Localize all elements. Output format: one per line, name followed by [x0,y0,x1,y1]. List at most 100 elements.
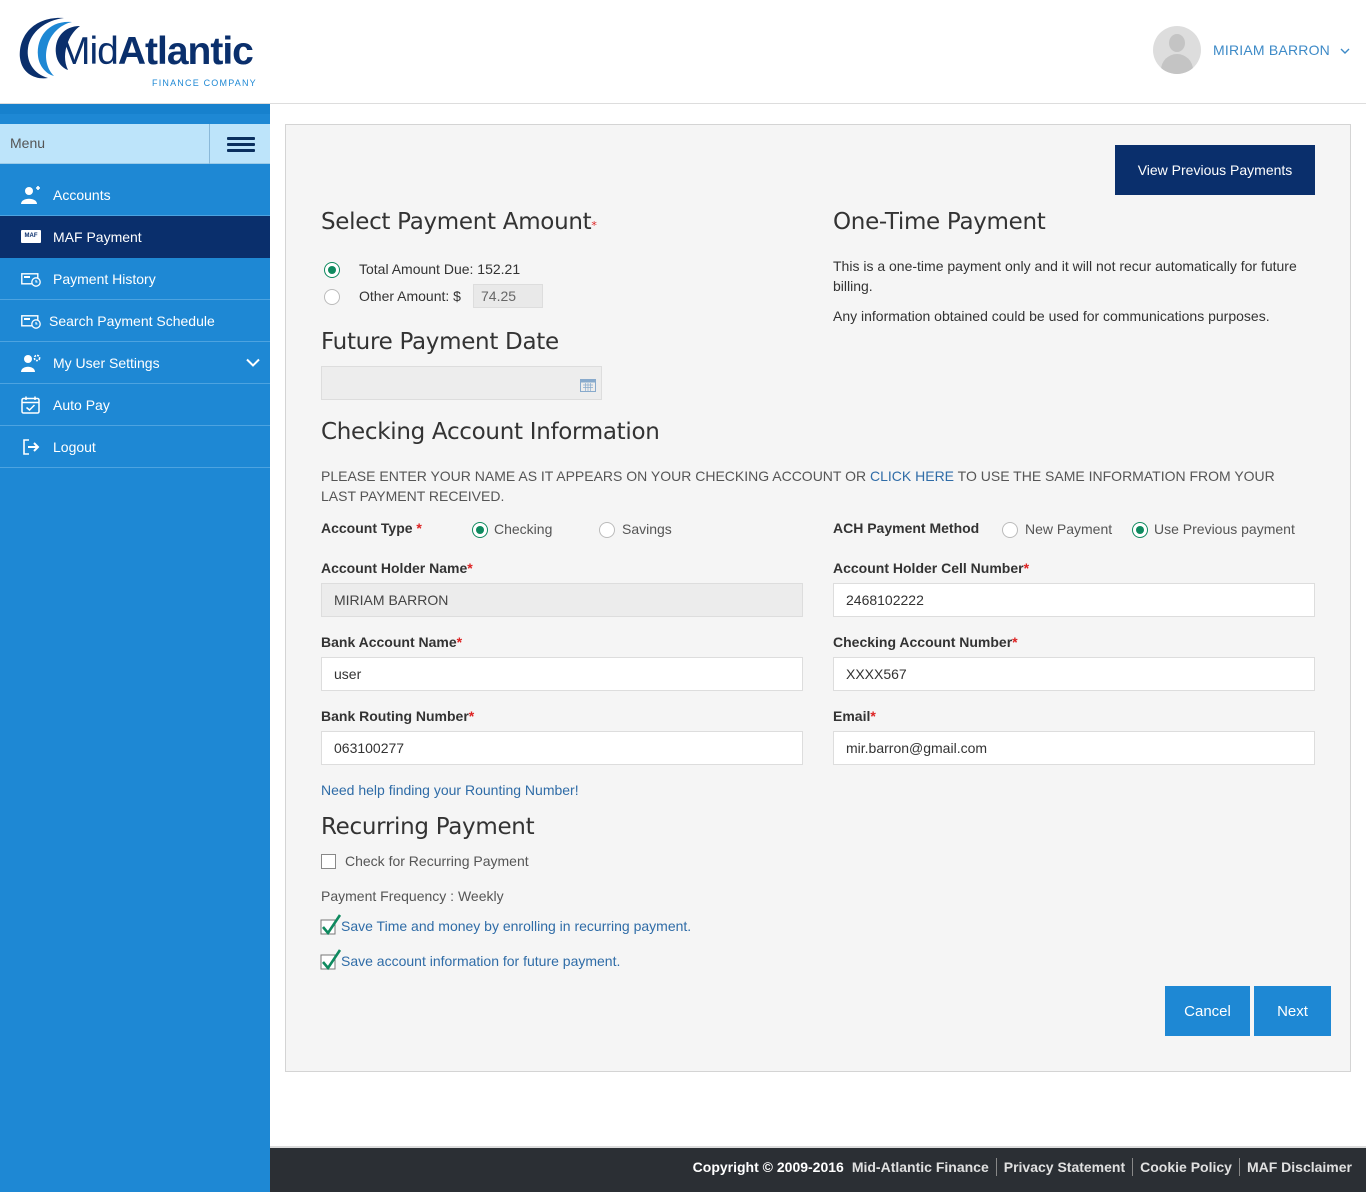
menu-bar: Menu [0,124,270,164]
sidebar-item-payment-history[interactable]: Payment History [0,258,270,300]
sidebar-item-accounts[interactable]: Accounts [0,174,270,216]
save-account-promo-text: Save account information for future paym… [341,953,621,969]
account-holder-name-field[interactable] [321,583,803,617]
bank-routing-number-label: Bank Routing Number* [321,708,475,724]
chevron-down-icon[interactable] [1340,43,1350,57]
payment-form-panel: View Previous Payments Select Payment Am… [285,124,1351,1072]
menu-label: Menu [10,135,46,151]
divider [995,1158,997,1176]
label-text: Email [833,708,871,724]
maf-badge: MAF [21,230,41,243]
sidebar-nav: Accounts MAF MAF Payment Payment History… [0,174,270,468]
recurring-payment-label: Check for Recurring Payment [345,853,529,869]
checking-label: Checking [494,521,553,537]
bank-account-name-label: Bank Account Name* [321,634,463,650]
privacy-statement-link[interactable]: Privacy Statement [1004,1159,1125,1175]
routing-number-help-link[interactable]: Need help finding your Rounting Number! [321,780,579,800]
sidebar-item-my-user-settings[interactable]: My User Settings [0,342,270,384]
one-time-notice: This is a one-time payment only and it w… [833,258,1297,294]
calendar-icon [20,395,42,415]
sidebar-item-maf-payment[interactable]: MAF MAF Payment [0,216,270,258]
recurring-payment-title: Recurring Payment [321,814,535,840]
midatlantic-logo[interactable]: MidAtlantic FINANCE COMPANY [14,14,270,90]
new-payment-radio[interactable] [1002,522,1018,538]
cell-number-label: Account Holder Cell Number* [833,560,1030,576]
bank-account-name-field[interactable] [321,657,803,691]
recurring-promo-text: Save Time and money by enrolling in recu… [341,918,692,934]
logo-text-bold: Atlantic [117,30,254,73]
footer: Copyright © 2009-2016 Mid-Atlantic Finan… [270,1146,1366,1192]
total-amount-radio[interactable] [324,262,340,278]
cancel-button[interactable]: Cancel [1165,986,1250,1036]
sidebar-item-label: Logout [53,438,96,455]
sidebar-item-label: Auto Pay [53,396,110,413]
view-previous-payments-button[interactable]: View Previous Payments [1115,145,1315,195]
divider [1238,1158,1240,1176]
calendar-icon[interactable] [580,377,596,396]
other-amount-label: Other Amount: $ [359,288,461,304]
chevron-down-icon[interactable] [246,354,260,370]
use-previous-payment-label: Use Previous payment [1154,521,1295,537]
checkmark-icon [320,914,342,936]
sidebar-item-label: MAF Payment [53,228,142,245]
hamburger-icon[interactable] [209,124,270,164]
savings-radio[interactable] [599,522,615,538]
future-payment-date-input[interactable] [321,366,602,400]
ach-payment-method-label: ACH Payment Method [833,520,980,536]
copyright-text: Copyright © 2009-2016 [692,1159,844,1175]
account-type-label: Account Type * [321,520,422,536]
sidebar-item-search-payment-schedule[interactable]: Search Payment Schedule [0,300,270,342]
label-text: Checking Account Number [833,634,1013,650]
maf-disclaimer-link[interactable]: MAF Disclaimer [1247,1159,1352,1175]
maf-icon: MAF [20,227,42,247]
communications-notice: Any information obtained could be used f… [833,308,1270,324]
email-label: Email* [833,708,876,724]
divider [1132,1158,1134,1176]
sidebar-item-label: Search Payment Schedule [49,312,215,329]
user-menu[interactable]: MIRIAM BARRON [1153,26,1350,74]
sidebar-item-logout[interactable]: Logout [0,426,270,468]
next-button[interactable]: Next [1254,986,1331,1036]
use-previous-payment-radio[interactable] [1132,522,1148,538]
click-here-link[interactable]: CLICK HERE [870,468,954,484]
other-amount-radio[interactable] [324,289,340,305]
recurring-payment-checkbox[interactable] [321,854,336,869]
logout-icon [20,437,42,457]
required-mark: * [591,219,597,232]
search-schedule-icon [20,311,42,331]
bank-routing-number-field[interactable] [321,731,803,765]
user-name[interactable]: MIRIAM BARRON [1213,42,1330,58]
select-payment-amount-title: Select Payment Amount* [321,209,597,235]
future-payment-date-title: Future Payment Date [321,329,559,355]
payment-frequency: Payment Frequency : Weekly [321,888,504,904]
checking-account-title: Checking Account Information [321,419,660,445]
sidebar-item-auto-pay[interactable]: Auto Pay [0,384,270,426]
sidebar-item-label: My User Settings [53,354,160,371]
logo-subtitle: FINANCE COMPANY [152,78,257,88]
checking-instructions: PLEASE ENTER YOUR NAME AS IT APPEARS ON … [321,466,1281,506]
other-amount-input[interactable] [473,284,543,308]
cell-number-field[interactable] [833,583,1315,617]
email-field[interactable] [833,731,1315,765]
total-amount-label: Total Amount Due: 152.21 [359,261,521,277]
section-title-text: Select Payment Amount [321,209,592,235]
label-text: Account Type [321,520,413,536]
user-settings-icon [20,353,42,373]
payment-history-icon [20,269,42,289]
checking-account-number-field[interactable] [833,657,1315,691]
checking-radio[interactable] [472,522,488,538]
instructions-text: PLEASE ENTER YOUR NAME AS IT APPEARS ON … [321,468,870,484]
label-text: Account Holder Cell Number [833,560,1024,576]
label-text: Bank Routing Number [321,708,469,724]
cookie-policy-link[interactable]: Cookie Policy [1140,1159,1232,1175]
avatar[interactable] [1153,26,1202,74]
checking-account-number-label: Checking Account Number* [833,634,1018,650]
logo-text-light: Mid [58,30,119,73]
label-text: Bank Account Name [321,634,457,650]
account-holder-name-label: Account Holder Name* [321,560,473,576]
label-text: Account Holder Name [321,560,468,576]
company-link[interactable]: Mid-Atlantic Finance [852,1159,989,1175]
checkmark-icon [320,949,342,971]
top-header: MidAtlantic FINANCE COMPANY MIRIAM BARRO… [0,0,1366,104]
sidebar-item-label: Accounts [53,186,111,203]
